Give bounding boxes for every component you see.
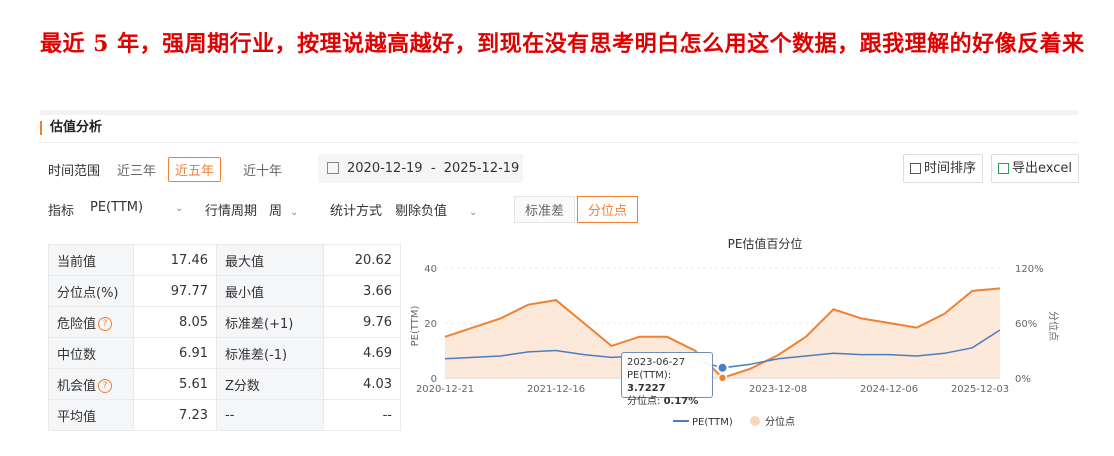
stats-value: 97.77 — [133, 275, 217, 307]
stats-value: 8.05 — [133, 306, 217, 338]
stats-key: 平均值 — [48, 399, 134, 431]
divider — [40, 110, 1078, 115]
y-axis-label: PE(TTM) — [410, 305, 421, 346]
stats-value: 4.03 — [323, 368, 401, 400]
stats-key: 分位点(%) — [48, 275, 134, 307]
stats-key: 标准差(+1) — [216, 306, 324, 338]
stats-key: 最小值 — [216, 275, 324, 307]
chart-title: PE估值百分位 — [728, 236, 803, 251]
stats-value: 9.76 — [323, 306, 401, 338]
headline: 最近 5 年，强周期行业，按理说越高越好，到现在没有思考明白怎么用这个数据，跟我… — [40, 31, 1085, 57]
stats-value: 20.62 — [323, 244, 401, 276]
stats-row: 平均值 7.23 -- -- — [48, 399, 401, 431]
stats-row: 分位点(%) 97.77 最小值 3.66 — [48, 275, 401, 307]
time-option-3y[interactable]: 近三年 — [110, 157, 163, 182]
stats-key: Z分数 — [216, 368, 324, 400]
stats-row: 机会值? 5.61 Z分数 4.03 — [48, 368, 401, 400]
pe-point-marker — [716, 361, 729, 374]
stats-value: 5.61 — [133, 368, 217, 400]
method-select[interactable]: 剔除负值 ⌄ — [395, 200, 477, 219]
stats-value: -- — [323, 399, 401, 431]
stats-value: 4.69 — [323, 337, 401, 369]
y-tick-label: 40 — [424, 264, 437, 275]
date-range-text: 2020-12-19 - 2025-12-19 — [347, 161, 520, 176]
stats-key: 中位数 — [48, 337, 134, 369]
chevron-down-icon: ⌄ — [290, 207, 299, 218]
chevron-down-icon: ⌄ — [469, 207, 478, 218]
percentile-point-marker — [717, 373, 728, 383]
legend-label-pe: PE(TTM) — [692, 417, 733, 428]
toggle-stddev[interactable]: 标准差 — [514, 196, 576, 223]
stats-key: 危险值? — [48, 306, 134, 338]
stats-row: 危险值? 8.05 标准差(+1) 9.76 — [48, 306, 401, 338]
y2-tick-label: 120% — [1015, 264, 1044, 275]
time-sort-button[interactable]: 时间排序 — [903, 154, 984, 183]
help-icon[interactable]: ? — [98, 317, 113, 331]
x-tick-label: 2023-12-08 — [749, 384, 807, 395]
pe-percentile-chart: PE估值百分位 0 0%20 60%40 120%PE(TTM) 分位点2020-12-… — [410, 236, 1060, 428]
y2-tick-label: 60% — [1015, 319, 1037, 330]
time-range-label: 时间范围 — [48, 164, 101, 179]
calendar-icon — [327, 161, 339, 174]
indicator-select[interactable]: PE(TTM) ⌄ — [90, 200, 183, 215]
stats-value: 7.23 — [133, 399, 217, 431]
period-label: 行情周期 — [205, 204, 258, 219]
y-tick-label: 20 — [424, 319, 437, 330]
stats-value: 3.66 — [323, 275, 401, 307]
period-select[interactable]: 周 ⌄ — [269, 200, 298, 219]
tooltip-date: 2023-06-27 — [627, 357, 686, 368]
stats-key: 当前值 — [48, 244, 134, 276]
help-icon[interactable]: ? — [98, 379, 113, 393]
time-option-5y[interactable]: 近五年 — [168, 157, 222, 182]
stats-key: -- — [216, 399, 324, 431]
stats-key: 最大值 — [216, 244, 324, 276]
stats-value: 17.46 — [133, 244, 217, 276]
legend-swatch-percentile — [750, 416, 760, 426]
x-tick-label: 2024-12-06 — [860, 384, 918, 395]
stats-value: 6.91 — [133, 337, 217, 369]
stats-row: 当前值 17.46 最大值 20.62 — [48, 244, 401, 276]
date-range-picker[interactable]: 2020-12-19 - 2025-12-19 — [318, 154, 523, 183]
export-excel-button[interactable]: 导出excel — [991, 154, 1079, 183]
x-tick-label: 2021-12-16 — [527, 384, 585, 395]
chart-tooltip: 2023-06-27 PE(TTM): 3.7227 分位点: 0.17% — [621, 352, 713, 407]
y2-tick-label: 0% — [1015, 374, 1031, 385]
x-tick-label: 2025-12-03 — [951, 384, 1009, 395]
stats-row: 中位数 6.91 标准差(-1) 4.69 — [48, 337, 401, 369]
stats-key: 机会值? — [48, 368, 134, 400]
method-label: 统计方式 — [330, 204, 383, 219]
stats-key: 标准差(-1) — [216, 337, 324, 369]
stats-table: 当前值 17.46 最大值 20.62 分位点(%) 97.77 最小值 3.66 危险值? 8.… — [48, 244, 401, 431]
section-title: 估值分析 — [40, 121, 102, 135]
indicator-label: 指标 — [48, 204, 75, 219]
legend-label-percentile: 分位点 — [765, 415, 795, 428]
toggle-percentile[interactable]: 分位点 — [577, 196, 639, 223]
y2-axis-label: 分位点 — [1047, 311, 1060, 341]
x-tick-label: 2020-12-21 — [416, 384, 474, 395]
sort-icon — [910, 163, 921, 174]
chevron-down-icon: ⌄ — [175, 203, 184, 214]
divider — [40, 142, 1078, 143]
time-option-10y[interactable]: 近十年 — [236, 157, 289, 182]
export-icon — [998, 163, 1009, 174]
